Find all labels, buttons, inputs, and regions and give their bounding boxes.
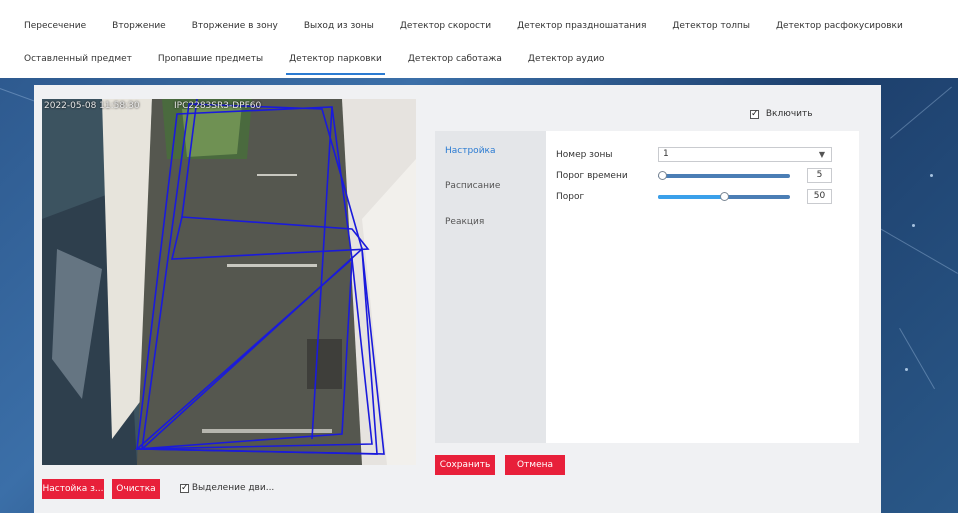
zone-number-select[interactable]: 1 ▼ <box>658 147 832 162</box>
tab-row1-0[interactable]: Пересечение <box>0 17 99 35</box>
setup-area-button[interactable]: Настойка з... <box>42 479 104 499</box>
tab-row1-4[interactable]: Детектор скорости <box>387 17 504 35</box>
threshold-input[interactable]: 50 <box>807 189 832 204</box>
tab-row-2: Оставленный предмет Пропавшие предметы Дет… <box>0 50 618 75</box>
detector-tab-bar: Пересечение Вторжение Вторжение в зону Выхо… <box>0 0 958 78</box>
tab-row2-2[interactable]: Детектор парковки <box>276 50 395 75</box>
tab-row1-6[interactable]: Детектор толпы <box>659 17 763 35</box>
side-item-setup[interactable]: Настройка <box>445 146 496 156</box>
motion-highlight-toggle[interactable]: Выделение дви... <box>180 482 275 494</box>
time-threshold-label: Порог времени <box>556 171 628 181</box>
cancel-button[interactable]: Отмена <box>505 455 565 475</box>
time-threshold-track[interactable] <box>658 174 790 178</box>
clear-button[interactable]: Очистка <box>112 479 160 499</box>
save-button[interactable]: Сохранить <box>435 455 495 475</box>
tab-row1-2[interactable]: Вторжение в зону <box>179 17 291 35</box>
threshold-label: Порог <box>556 192 585 202</box>
camera-preview[interactable]: 2022-05-08 11:58:30 IPC2283SR3-DPF60 <box>42 99 416 465</box>
tab-row1-7[interactable]: Детектор расфокусировки <box>763 17 916 35</box>
threshold-track-fill <box>658 195 724 199</box>
time-threshold-slider-handle[interactable] <box>658 171 667 180</box>
side-item-reaction[interactable]: Реакция <box>445 217 484 227</box>
video-timestamp: 2022-05-08 11:58:30 <box>44 101 140 111</box>
settings-side-menu: Настройка Расписание Реакция <box>435 131 546 443</box>
tab-row2-4[interactable]: Детектор аудио <box>515 50 618 68</box>
tab-row-1: Пересечение Вторжение Вторжение в зону Выхо… <box>0 17 916 35</box>
tab-row1-5[interactable]: Детектор праздношатания <box>504 17 659 35</box>
tab-row2-1[interactable]: Пропавшие предметы <box>145 50 276 68</box>
time-threshold-input[interactable]: 5 <box>807 168 832 183</box>
motion-highlight-checkbox[interactable] <box>180 482 189 494</box>
threshold-slider-handle[interactable] <box>719 192 729 201</box>
parking-zone-overlay <box>134 99 385 455</box>
video-overlay-text: IPC2283SR3-DPF60 <box>174 101 262 111</box>
enable-label: Включить <box>765 109 813 119</box>
zone-number-label: Номер зоны <box>556 150 613 160</box>
enable-toggle[interactable]: Включить <box>750 108 813 120</box>
tab-row1-3[interactable]: Выход из зоны <box>291 17 387 35</box>
tab-row2-0[interactable]: Оставленный предмет <box>0 50 145 68</box>
chevron-down-icon: ▼ <box>818 150 825 159</box>
tab-row1-1[interactable]: Вторжение <box>99 17 179 35</box>
zone-number-value: 1 <box>663 149 669 159</box>
enable-checkbox[interactable] <box>750 108 759 120</box>
side-item-schedule[interactable]: Расписание <box>445 181 500 191</box>
motion-highlight-label: Выделение дви... <box>191 483 275 493</box>
tab-row2-3[interactable]: Детектор саботажа <box>395 50 515 68</box>
